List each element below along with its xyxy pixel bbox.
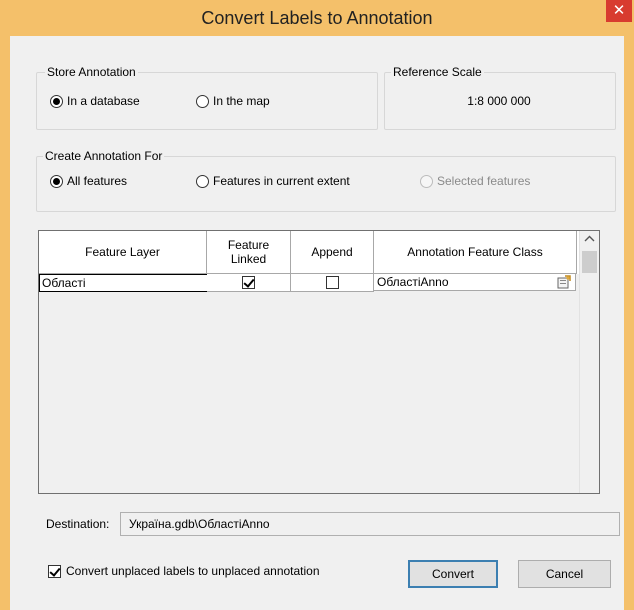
store-annotation-legend: Store Annotation — [45, 65, 138, 79]
table-row-annotation-class[interactable]: ОбластіAnno — [374, 274, 576, 291]
append-checkbox[interactable] — [325, 276, 339, 289]
scrollbar-thumb[interactable] — [582, 251, 597, 273]
col-header-append-label: Append — [311, 245, 353, 259]
table-row-feature-linked[interactable] — [207, 274, 291, 292]
radio-current-extent-dot[interactable] — [196, 174, 209, 188]
table-row-append[interactable] — [291, 274, 374, 292]
radio-in-database[interactable]: In a database — [50, 94, 140, 108]
window-border-right — [624, 36, 634, 610]
radio-all-features-dot[interactable] — [50, 174, 63, 188]
close-button[interactable]: ✕ — [606, 0, 632, 22]
radio-all-features[interactable]: All features — [50, 174, 127, 188]
properties-icon[interactable] — [557, 275, 571, 294]
window-title: Convert Labels to Annotation — [201, 8, 433, 28]
radio-in-map-dot[interactable] — [196, 94, 209, 108]
col-header-annotation-class-label: Annotation Feature Class — [407, 245, 543, 259]
col-header-feature-linked-line1: Feature — [227, 238, 270, 252]
close-icon: ✕ — [612, 2, 626, 19]
table-row-feature-layer[interactable]: Області — [39, 274, 209, 292]
radio-in-map-label: In the map — [213, 94, 270, 108]
col-header-feature-linked-line2: Linked — [230, 252, 267, 266]
grid-header: Feature Layer Feature Linked Append Anno… — [39, 231, 599, 274]
reference-scale-legend: Reference Scale — [391, 65, 484, 79]
col-header-annotation-class[interactable]: Annotation Feature Class — [374, 231, 577, 274]
col-header-feature-linked[interactable]: Feature Linked — [207, 231, 291, 274]
create-annotation-legend: Create Annotation For — [43, 149, 165, 163]
col-header-feature-layer-label: Feature Layer — [85, 245, 160, 259]
radio-current-extent-label: Features in current extent — [213, 174, 350, 188]
dialog-client-area: Store Annotation In a database In the ma… — [10, 36, 624, 610]
destination-field[interactable]: Україна.gdb\ОбластіAnno — [120, 512, 620, 536]
destination-label: Destination: — [46, 517, 110, 531]
col-header-feature-layer[interactable]: Feature Layer — [39, 231, 207, 274]
convert-unplaced-option[interactable]: Convert unplaced labels to unplaced anno… — [48, 564, 320, 578]
radio-selected-features-label: Selected features — [437, 174, 531, 188]
radio-selected-features: Selected features — [420, 174, 530, 188]
grid-vertical-scrollbar[interactable] — [579, 231, 599, 493]
radio-in-database-label: In a database — [67, 94, 140, 108]
window-border-left — [0, 36, 10, 610]
convert-button[interactable]: Convert — [408, 560, 498, 588]
radio-in-database-dot[interactable] — [50, 94, 63, 108]
cancel-button[interactable]: Cancel — [518, 560, 611, 588]
col-header-append[interactable]: Append — [291, 231, 374, 274]
radio-current-extent[interactable]: Features in current extent — [196, 174, 350, 188]
convert-unplaced-label: Convert unplaced labels to unplaced anno… — [66, 564, 320, 578]
table-cell-feature-layer: Області — [42, 276, 86, 290]
radio-in-map[interactable]: In the map — [196, 94, 270, 108]
reference-scale-value: 1:8 000 000 — [467, 94, 531, 108]
feature-linked-checkbox[interactable] — [242, 276, 255, 289]
label-classes-grid[interactable]: Feature Layer Feature Linked Append Anno… — [38, 230, 600, 494]
radio-selected-features-dot — [420, 174, 433, 188]
convert-unplaced-checkbox[interactable] — [48, 564, 61, 578]
table-cell-annotation-class: ОбластіAnno — [377, 275, 449, 289]
radio-all-features-label: All features — [67, 174, 128, 188]
chevron-up-icon[interactable] — [584, 233, 595, 247]
